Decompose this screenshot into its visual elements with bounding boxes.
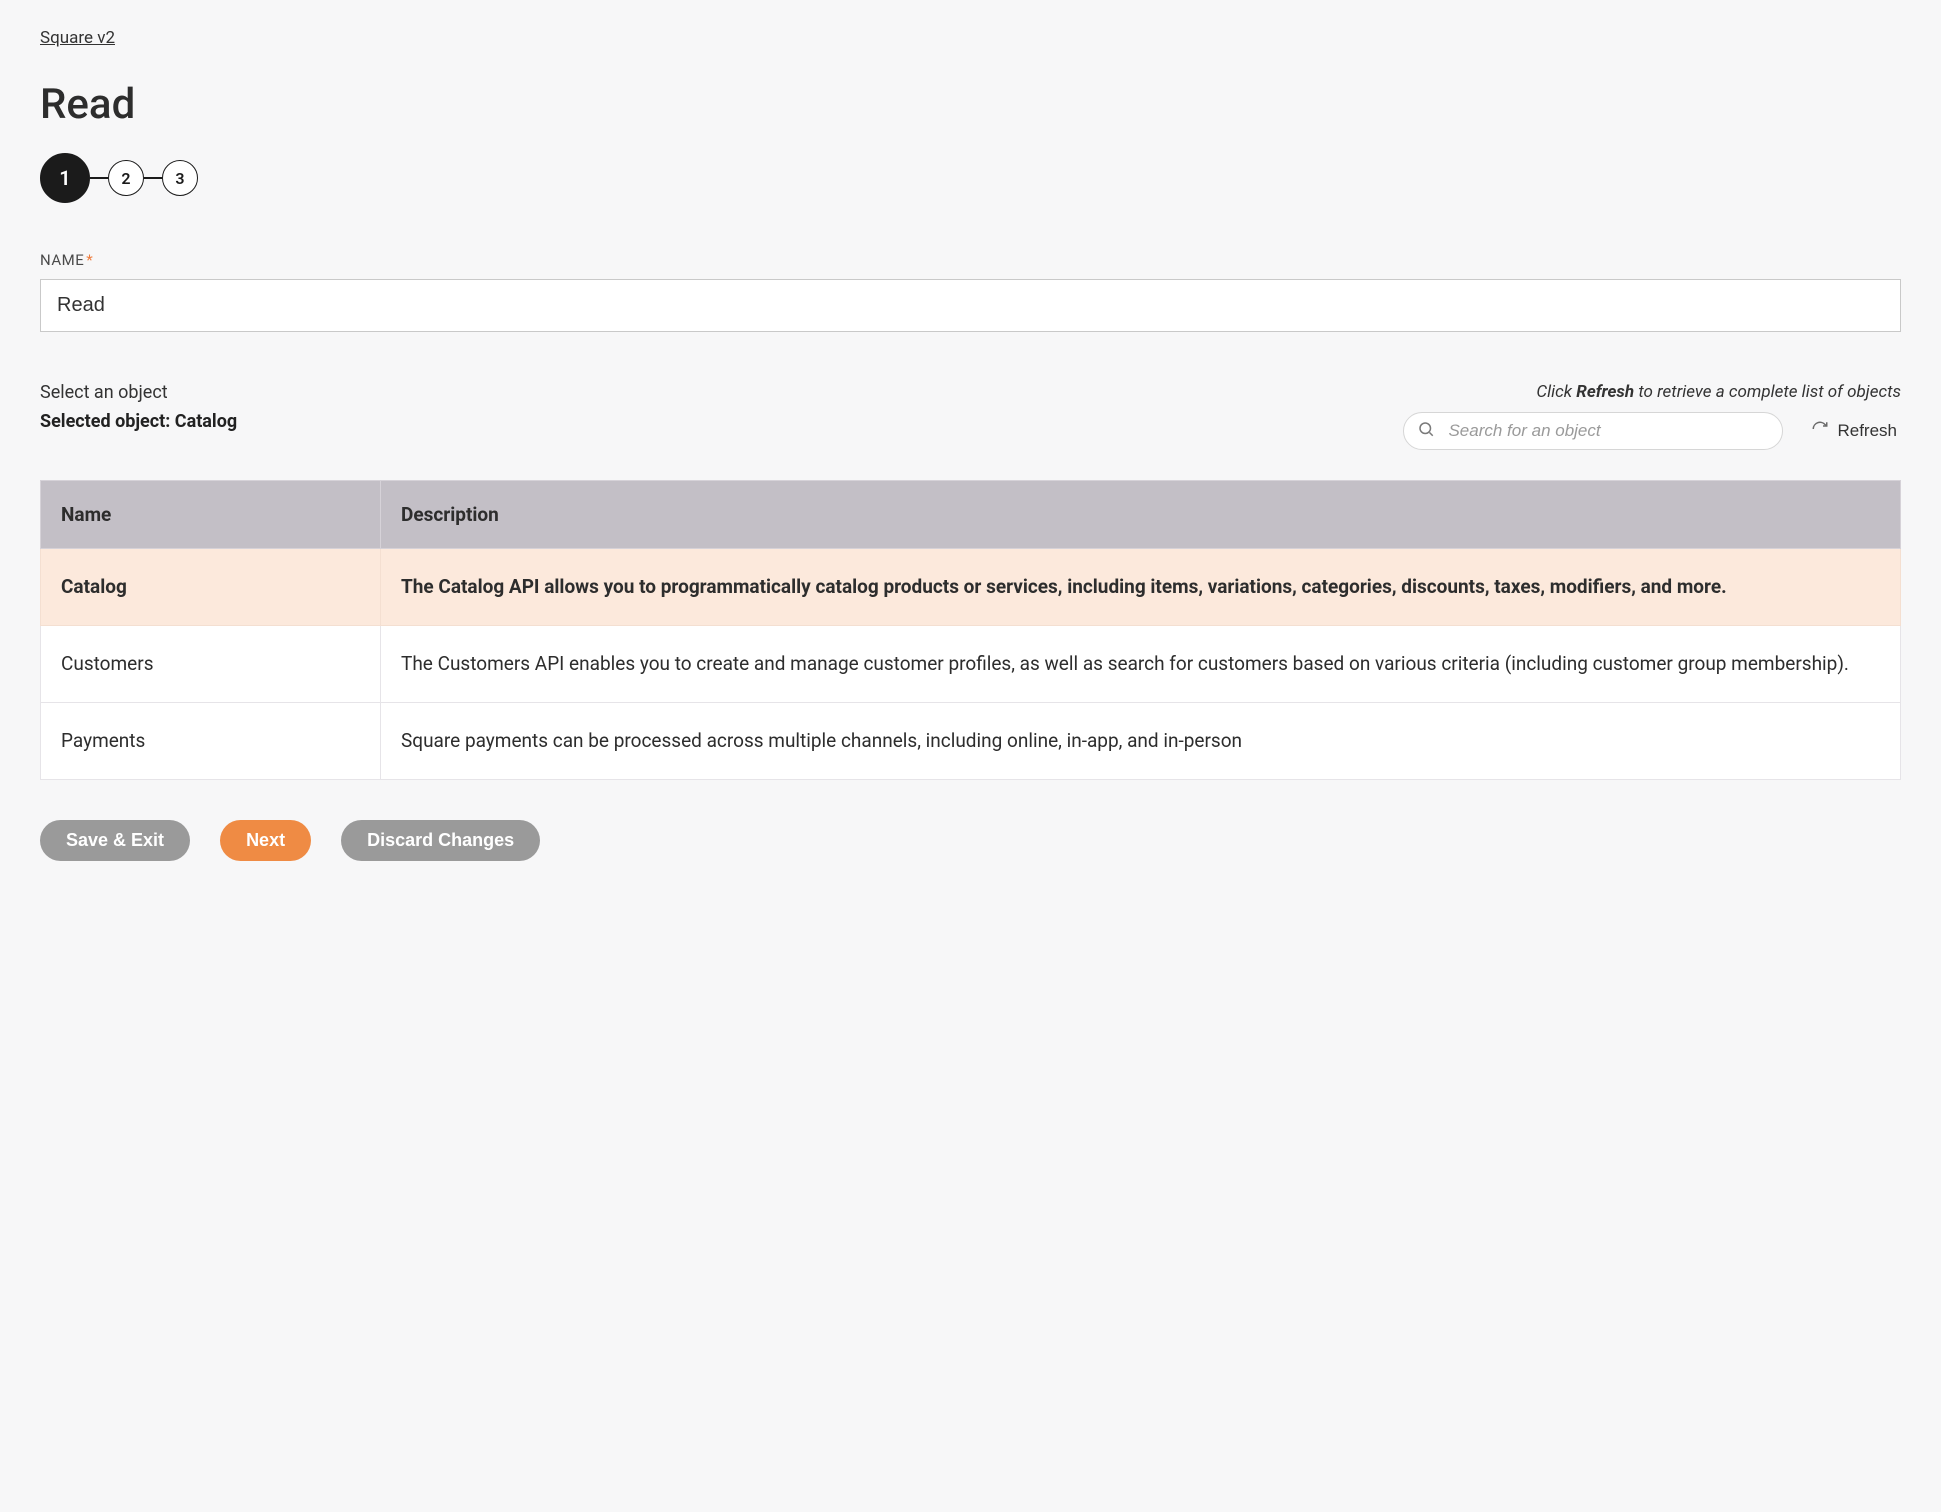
table-row[interactable]: CatalogThe Catalog API allows you to pro… [41,549,1901,626]
selected-object: Selected object: Catalog [40,411,237,432]
search-input[interactable] [1403,412,1783,450]
refresh-icon [1811,420,1829,443]
step-connector [144,177,162,179]
select-object-label: Select an object [40,382,237,403]
step-1[interactable]: 1 [40,153,90,203]
search-icon [1417,420,1435,442]
step-connector [90,177,108,179]
required-marker: * [86,251,93,269]
object-name-cell: Customers [41,626,381,703]
stepper: 1 2 3 [40,153,1901,203]
refresh-button[interactable]: Refresh [1807,416,1901,447]
step-3[interactable]: 3 [162,160,198,196]
next-button[interactable]: Next [220,820,311,861]
breadcrumb-link[interactable]: Square v2 [40,28,115,48]
name-field-label: NAME* [40,251,1901,269]
save-exit-button[interactable]: Save & Exit [40,820,190,861]
footer-actions: Save & Exit Next Discard Changes [40,820,1901,861]
object-description-cell: The Customers API enables you to create … [381,626,1901,703]
name-input[interactable] [40,279,1901,332]
step-2[interactable]: 2 [108,160,144,196]
refresh-hint: Click Refresh to retrieve a complete lis… [1403,382,1901,402]
object-description-cell: The Catalog API allows you to programmat… [381,549,1901,626]
discard-changes-button[interactable]: Discard Changes [341,820,540,861]
object-name-cell: Catalog [41,549,381,626]
object-table: Name Description CatalogThe Catalog API … [40,480,1901,780]
table-header-description: Description [381,481,1901,549]
table-row[interactable]: PaymentsSquare payments can be processed… [41,703,1901,780]
table-row[interactable]: CustomersThe Customers API enables you t… [41,626,1901,703]
object-name-cell: Payments [41,703,381,780]
refresh-label: Refresh [1837,421,1897,441]
page-title: Read [40,80,1901,129]
object-description-cell: Square payments can be processed across … [381,703,1901,780]
table-header-name: Name [41,481,381,549]
